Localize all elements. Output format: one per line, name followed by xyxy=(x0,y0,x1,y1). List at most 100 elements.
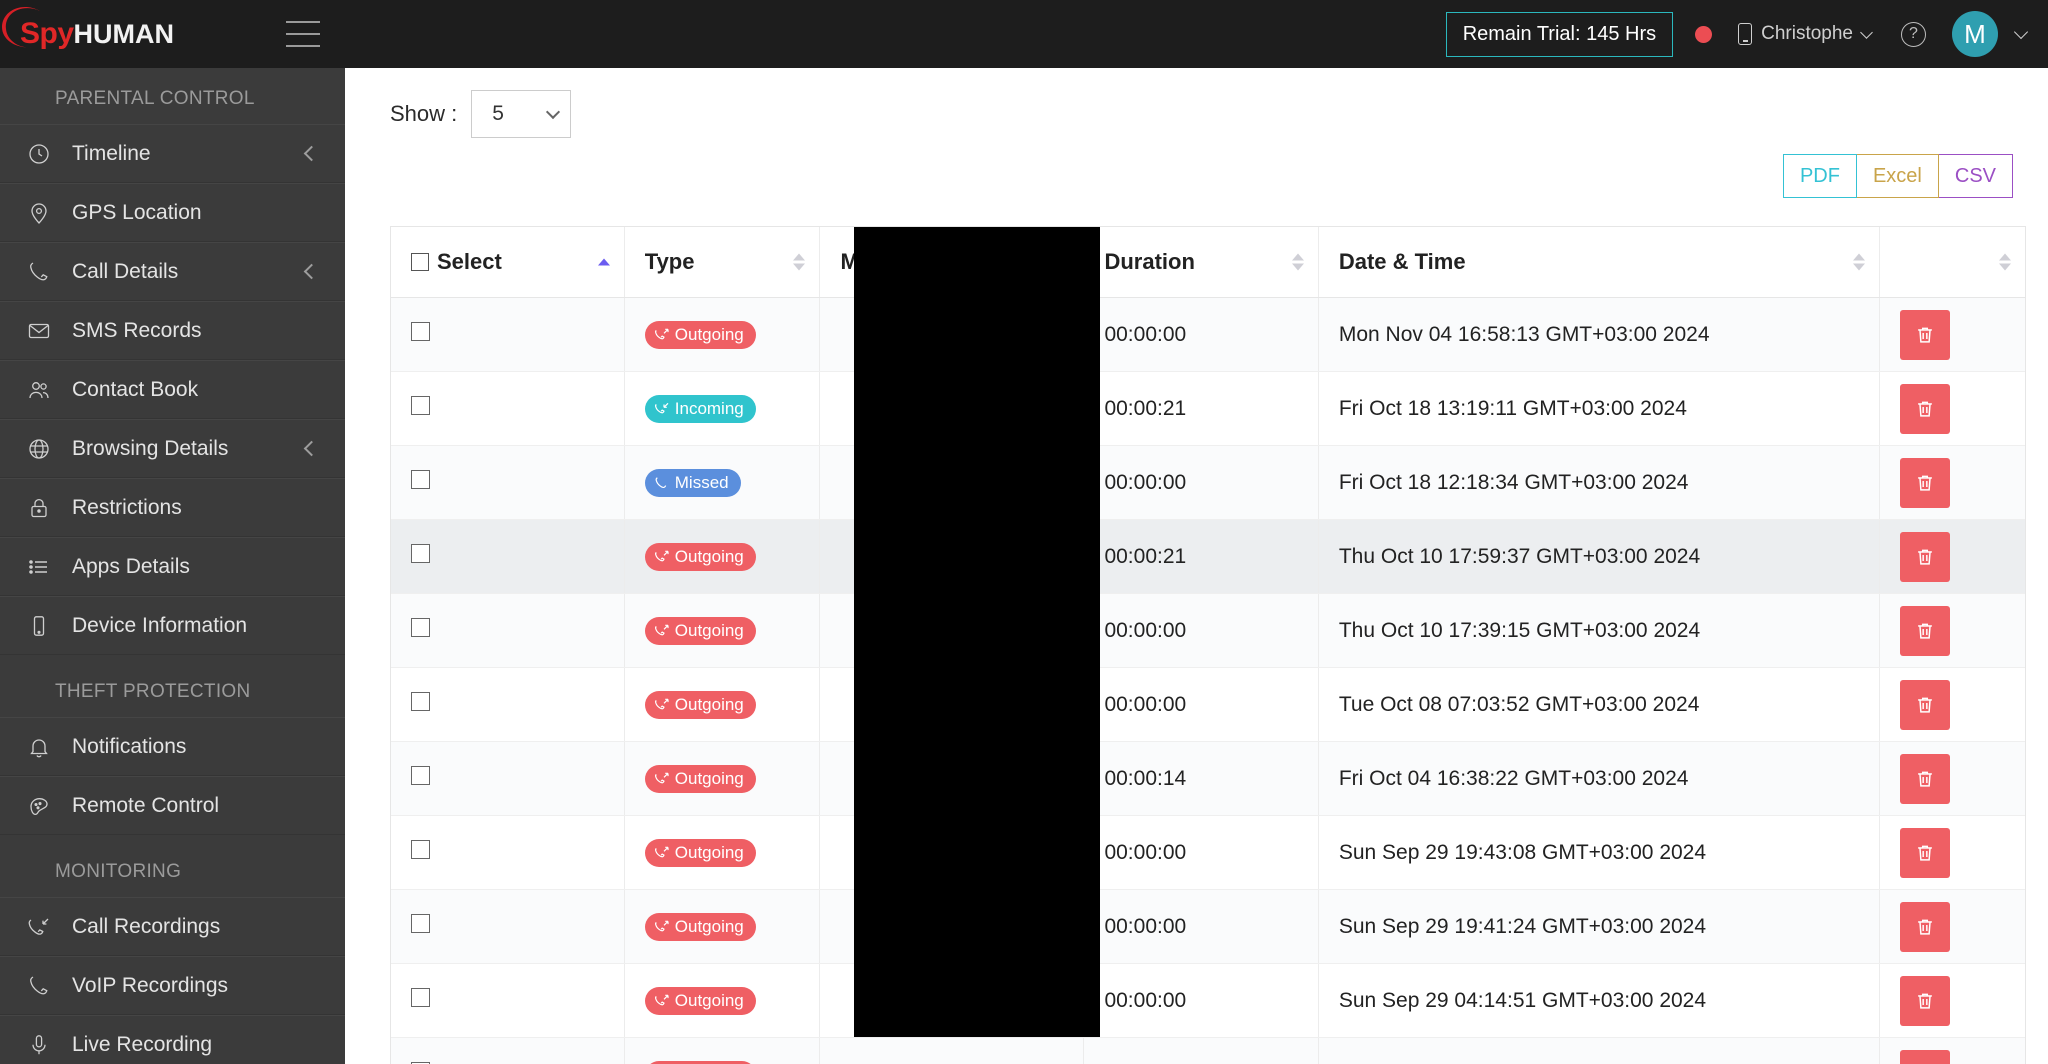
delete-row-button[interactable] xyxy=(1899,309,1950,360)
sidebar-item-timeline[interactable]: Timeline xyxy=(0,124,345,183)
column-header-label: Type xyxy=(644,249,695,274)
delete-row-button[interactable] xyxy=(1899,531,1950,582)
sidebar-item-remote-control[interactable]: Remote Control xyxy=(0,776,345,835)
column-header-duration[interactable]: Duration xyxy=(1083,227,1319,298)
call-type-badge: Outgoing xyxy=(644,1060,756,1064)
sidebar-item-restrictions[interactable]: Restrictions xyxy=(0,478,345,537)
sidebar-item-apps-details[interactable]: Apps Details xyxy=(0,537,345,596)
phone-icon xyxy=(22,974,56,998)
device-selector[interactable]: Christophe xyxy=(1738,23,1873,45)
sidebar-item-notifications[interactable]: Notifications xyxy=(0,717,345,776)
delete-row-button[interactable] xyxy=(1899,827,1950,878)
sidebar-item-sms-records[interactable]: SMS Records xyxy=(0,301,345,360)
sidebar-item-call-details[interactable]: Call Details xyxy=(0,242,345,301)
top-header-bar: Spy HUMAN Remain Trial: 145 Hrs Christoph… xyxy=(0,0,2048,68)
row-checkbox[interactable] xyxy=(411,470,430,489)
microphone-icon xyxy=(22,1033,56,1057)
sidebar-item-label: VoIP Recordings xyxy=(72,973,229,997)
delete-row-button[interactable] xyxy=(1899,679,1950,730)
row-actions-cell xyxy=(1879,741,2025,816)
sidebar-item-device-information[interactable]: Device Information xyxy=(0,596,345,655)
row-checkbox[interactable] xyxy=(411,914,430,933)
sidebar-item-call-recordings[interactable]: Call Recordings xyxy=(0,897,345,956)
column-header-actions[interactable] xyxy=(1879,227,2025,298)
row-checkbox[interactable] xyxy=(411,840,430,859)
row-checkbox[interactable] xyxy=(411,322,430,341)
row-checkbox[interactable] xyxy=(411,692,430,711)
column-header-type[interactable]: Type xyxy=(624,227,821,298)
sidebar-item-contact-book[interactable]: Contact Book xyxy=(0,360,345,419)
row-checkbox[interactable] xyxy=(411,988,430,1007)
datetime-value: Thu Oct 10 17:59:37 GMT+03:00 2024 xyxy=(1338,544,1701,568)
datetime-value: Sun Sep 29 19:43:08 GMT+03:00 2024 xyxy=(1338,840,1707,864)
sort-indicator-icon[interactable] xyxy=(1999,253,2011,271)
delete-row-button[interactable] xyxy=(1899,901,1950,952)
table-row[interactable]: Outgoing 00:00:21 Thu Oct 10 17:59:37 GMT+… xyxy=(391,519,2025,594)
brand-logo[interactable]: Spy HUMAN xyxy=(0,0,345,68)
table-body: Outgoing 00:00:00 Mon Nov 04 16:58:13 GMT+… xyxy=(391,297,2025,1064)
select-all-checkbox[interactable] xyxy=(411,253,429,271)
hamburger-icon[interactable] xyxy=(286,21,321,47)
sidebar-section-title: PARENTAL CONTROL xyxy=(55,88,255,109)
row-checkbox[interactable] xyxy=(411,396,430,415)
row-actions-cell xyxy=(1879,667,2025,742)
column-header-select[interactable]: Select xyxy=(391,227,625,298)
sort-indicator-icon[interactable] xyxy=(1852,253,1865,271)
sidebar-item-label: SMS Records xyxy=(72,318,202,342)
question-mark-icon[interactable]: ? xyxy=(1901,21,1926,47)
sort-indicator-icon[interactable] xyxy=(1291,253,1304,271)
sidebar-item-gps-location[interactable]: GPS Location xyxy=(0,183,345,242)
table-row[interactable]: Outgoing 00:00:00 Mon Nov 04 16:58:13 GMT+… xyxy=(391,297,2025,372)
table-row[interactable]: Outgoing 00:00:00 Sun Sep 29 19:41:24 GMT+… xyxy=(391,889,2025,964)
table-row[interactable]: Outgoing 00:00:00 Sun Sep 29 19:43:08 GMT+… xyxy=(391,815,2025,890)
table-row[interactable]: Outgoing 00:00:14 Fri Oct 04 16:38:22 GMT+… xyxy=(391,741,2025,816)
sidebar-item-voip-recordings[interactable]: VoIP Recordings xyxy=(0,956,345,1015)
row-datetime-cell: Tue Oct 08 07:03:52 GMT+03:00 2024 xyxy=(1318,667,1880,742)
mobile-phone-icon xyxy=(1738,23,1753,45)
delete-row-button[interactable] xyxy=(1899,605,1950,656)
show-entries-select[interactable]: 5 xyxy=(471,90,572,138)
sidebar-item-label: Browsing Details xyxy=(72,436,229,460)
row-checkbox[interactable] xyxy=(411,766,430,785)
table-row[interactable]: Outgoing 00:00:00 Thu Oct 10 17:39:15 GMT+… xyxy=(391,593,2025,668)
call-type-badge: Missed xyxy=(644,468,741,497)
call-details-table-container: SelectTypeMobile No.DurationDate & Time … xyxy=(390,226,2026,1064)
row-duration-cell: 00:00:00 xyxy=(1083,963,1319,1038)
delete-row-button[interactable] xyxy=(1899,383,1950,434)
sidebar-item-browsing-details[interactable]: Browsing Details xyxy=(0,419,345,478)
delete-row-button[interactable] xyxy=(1899,975,1950,1026)
call-type-badge: Outgoing xyxy=(644,542,756,571)
row-checkbox[interactable] xyxy=(411,544,430,563)
chevron-left-icon xyxy=(303,145,320,162)
sort-indicator-icon[interactable] xyxy=(793,253,806,271)
avatar[interactable]: M xyxy=(1952,11,1998,57)
delete-row-button[interactable] xyxy=(1899,457,1950,508)
map-pin-icon xyxy=(22,201,56,225)
call-type-badge: Outgoing xyxy=(644,690,756,719)
row-select-cell xyxy=(391,519,625,594)
account-chevron-down-icon[interactable] xyxy=(2013,24,2029,39)
duration-value: 00:00:14 xyxy=(1104,766,1187,790)
call-type-label: Missed xyxy=(674,472,729,492)
delete-row-button[interactable] xyxy=(1899,753,1950,804)
sidebar-item-live-recording[interactable]: Live Recording xyxy=(0,1015,345,1064)
table-row[interactable]: Outgoing 00:00:36Fri Sep 27 06:39:10 GMT+… xyxy=(391,1037,2025,1064)
column-header-date-time[interactable]: Date & Time xyxy=(1318,227,1880,298)
table-row[interactable]: Incoming 00:00:21 Fri Oct 18 13:19:11 GMT+… xyxy=(391,371,2025,446)
datetime-value: Tue Oct 08 07:03:52 GMT+03:00 2024 xyxy=(1338,692,1700,716)
sort-indicator-icon[interactable] xyxy=(597,258,610,266)
row-checkbox[interactable] xyxy=(411,618,430,637)
table-row[interactable]: Outgoing 00:00:00 Sun Sep 29 04:14:51 GMT+… xyxy=(391,963,2025,1038)
duration-value: 00:00:21 xyxy=(1104,544,1187,568)
row-type-cell: Outgoing xyxy=(624,667,821,742)
call-type-label: Outgoing xyxy=(674,768,744,788)
duration-value: 00:00:00 xyxy=(1104,840,1187,864)
table-row[interactable]: Outgoing 00:00:00 Tue Oct 08 07:03:52 GMT+… xyxy=(391,667,2025,742)
export-excel-button[interactable]: Excel xyxy=(1856,154,1939,198)
delete-row-button[interactable] xyxy=(1899,1049,1950,1064)
row-select-cell xyxy=(391,371,625,446)
table-row[interactable]: Missed 00:00:00 Fri Oct 18 12:18:34 GMT+03… xyxy=(391,445,2025,520)
export-csv-button[interactable]: CSV xyxy=(1938,154,2013,198)
export-pdf-button[interactable]: PDF xyxy=(1782,154,1857,198)
call-type-badge: Outgoing xyxy=(644,986,756,1015)
